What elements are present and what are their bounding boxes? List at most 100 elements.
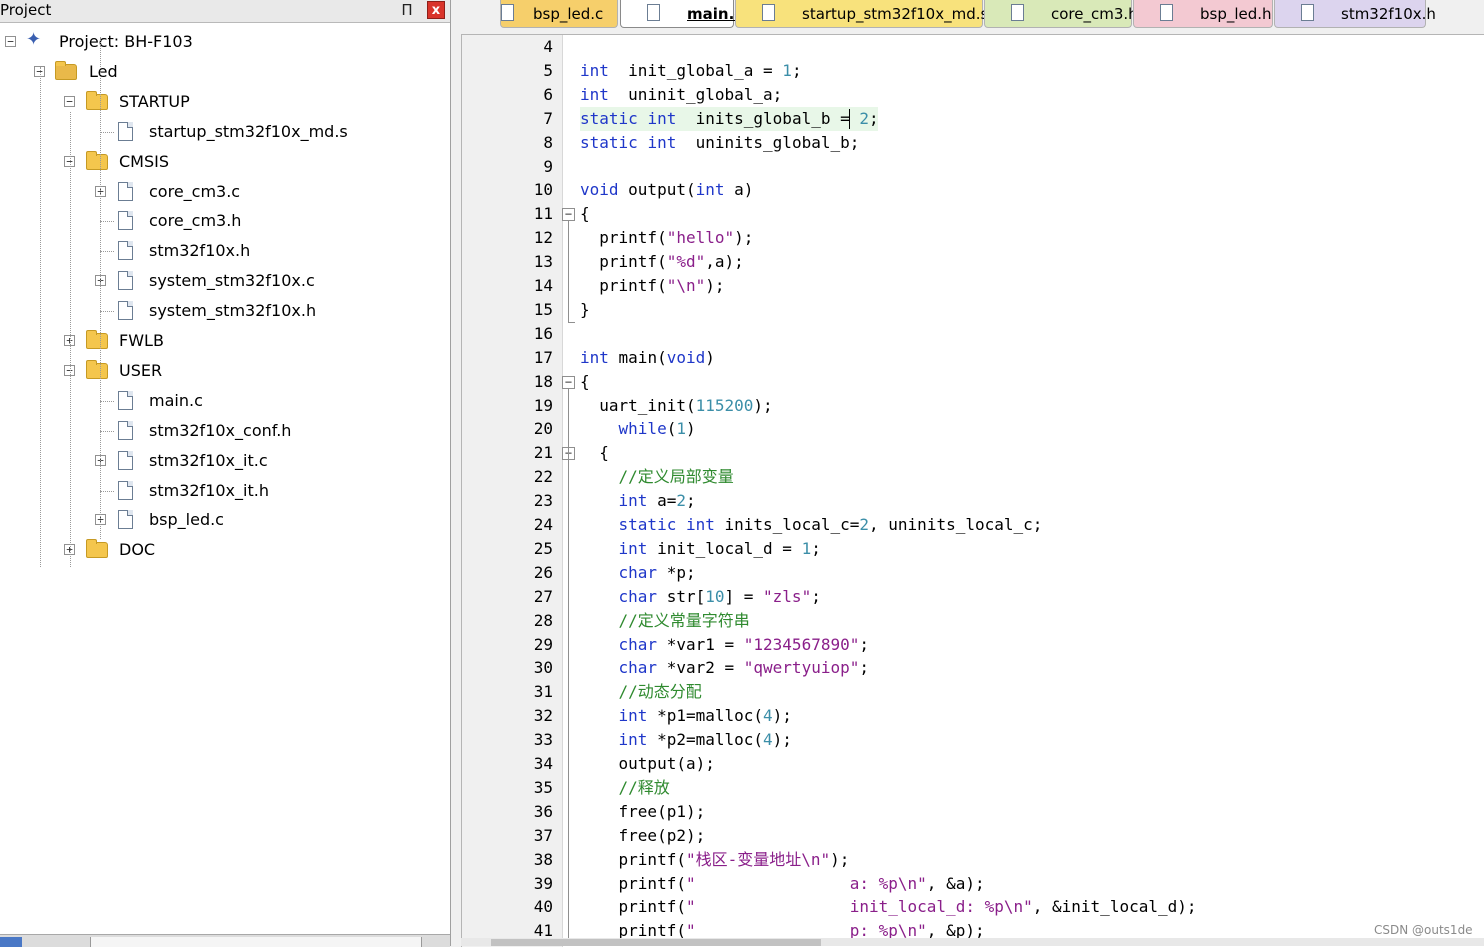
tree-item-file[interactable]: main.c	[0, 386, 440, 416]
tree-item-file[interactable]: + bsp_led.c	[0, 505, 440, 535]
scrollbar-thumb[interactable]	[491, 939, 821, 946]
keyword-token: int	[618, 491, 648, 510]
number-token: 115200	[695, 396, 754, 415]
code-line[interactable]: output(a);	[580, 752, 715, 776]
code-line[interactable]: //动态分配	[580, 680, 702, 704]
tree-item-file[interactable]: stm32f10x_it.h	[0, 476, 440, 506]
tree-item-file[interactable]: + stm32f10x_it.c	[0, 446, 440, 476]
code-line[interactable]: uart_init(115200);	[580, 394, 772, 418]
tree-item-file[interactable]: stm32f10x.h	[0, 236, 440, 266]
tree-item-label: bsp_led.c	[149, 510, 224, 529]
keyword-token: int	[685, 515, 715, 534]
fold-toggle-icon[interactable]: −	[562, 208, 575, 221]
code-line[interactable]: free(p2);	[580, 824, 706, 848]
code-token: output(	[618, 180, 696, 199]
number-token: 1	[782, 61, 792, 80]
tree-connector	[100, 491, 114, 492]
file-icon	[118, 122, 133, 141]
tree-item-file[interactable]: stm32f10x_conf.h	[0, 416, 440, 446]
tree-item-label: USER	[119, 361, 163, 380]
tab-label: core_cm3.h	[1051, 5, 1138, 23]
code-line[interactable]: //定义常量字符串	[580, 609, 750, 633]
code-token: str[	[657, 587, 706, 606]
tree-item-file[interactable]: + core_cm3.c	[0, 177, 440, 207]
tree-item-file[interactable]: system_stm32f10x.h	[0, 296, 440, 326]
tree-item-file[interactable]: + system_stm32f10x.c	[0, 266, 440, 296]
code-line[interactable]: printf("栈区-变量地址\n");	[580, 848, 850, 872]
code-line[interactable]: int init_global_a = 1;	[580, 59, 802, 83]
code-line[interactable]: int main(void)	[580, 346, 715, 370]
keyword-token: int	[647, 133, 677, 152]
code-line[interactable]: void output(int a)	[580, 178, 753, 202]
code-line[interactable]: {	[580, 441, 609, 465]
horizontal-scrollbar[interactable]	[461, 938, 1484, 946]
code-line[interactable]: char *p;	[580, 561, 696, 585]
code-line[interactable]: printf(" init_local_d: %p\n", &init_loca…	[580, 895, 1197, 919]
tab-core-cm3-h[interactable]: core_cm3.h	[984, 0, 1138, 28]
tab-bsp-led-h[interactable]: bsp_led.h	[1133, 0, 1273, 28]
code-line[interactable]: int *p1=malloc(4);	[580, 704, 792, 728]
line-number: 31	[533, 682, 553, 701]
code-line[interactable]: {	[580, 202, 590, 226]
code-token: uninits_global_b;	[676, 133, 860, 152]
code-line[interactable]: while(1)	[580, 417, 696, 441]
code-line[interactable]: {	[580, 370, 590, 394]
comment-token: //动态分配	[618, 682, 702, 701]
code-token: ;	[869, 109, 879, 128]
number-token: 2	[859, 109, 870, 128]
code-line[interactable]: printf("%d",a);	[580, 250, 744, 274]
code-line[interactable]: static int uninits_global_b;	[580, 131, 859, 155]
tab-stm32f10x-h[interactable]: stm32f10x.h	[1274, 0, 1436, 28]
folder-icon	[55, 61, 77, 80]
tree-connector	[100, 37, 101, 539]
code-line[interactable]: char *var1 = "1234567890";	[580, 633, 869, 657]
tree-item-folder[interactable]: + FWLB	[0, 326, 440, 356]
tree-item-target[interactable]: − Led	[0, 57, 440, 87]
tree-item-file[interactable]: startup_stm32f10x_md.s	[0, 117, 440, 147]
tree-item-folder[interactable]: + DOC	[0, 535, 440, 565]
tab-bsp-led-c[interactable]: bsp_led.c	[500, 0, 618, 28]
tree-item-folder[interactable]: − USER	[0, 356, 440, 386]
line-number: 36	[533, 802, 553, 821]
number-token: 10	[705, 587, 725, 606]
tree-item-folder[interactable]: − CMSIS	[0, 147, 440, 177]
code-editor[interactable]: 4 5 int init_global_a = 1; 6 int uninit_glob…	[461, 34, 1484, 947]
tree-item-folder[interactable]: − STARTUP	[0, 87, 440, 117]
keyword-token: char	[618, 563, 658, 582]
code-line[interactable]: //释放	[580, 776, 670, 800]
code-line[interactable]: char str[10] = "zls";	[580, 585, 821, 609]
code-line[interactable]: //定义局部变量	[580, 465, 734, 489]
tree-item-file[interactable]: core_cm3.h	[0, 206, 440, 236]
code-line[interactable]: printf(" a: %p\n", &a);	[580, 872, 985, 896]
code-line[interactable]: int a=2;	[580, 489, 696, 513]
tree-item-project[interactable]: − ✦ Project: BH-F103	[0, 27, 440, 57]
comment-token: //定义常量字符串	[618, 611, 750, 630]
code-token: printf(	[580, 276, 667, 295]
code-line[interactable]: printf("hello");	[580, 226, 753, 250]
close-panel-button[interactable]: x	[427, 1, 445, 19]
code-line[interactable]: }	[580, 298, 590, 322]
code-line[interactable]: printf("\n");	[580, 274, 724, 298]
code-token: *p2=malloc(	[647, 730, 764, 749]
code-line[interactable]: static int inits_local_c=2, uninits_loca…	[580, 513, 1043, 537]
code-line[interactable]: int *p2=malloc(4);	[580, 728, 792, 752]
tab-main-c[interactable]: main.c	[620, 0, 743, 28]
tree-item-label: main.c	[149, 391, 203, 410]
code-line[interactable]: int init_local_d = 1;	[580, 537, 821, 561]
collapse-icon[interactable]: −	[64, 96, 75, 107]
number-token: 1	[801, 539, 812, 558]
code-token: {	[580, 372, 590, 391]
code-line[interactable]: free(p1);	[580, 800, 706, 824]
code-token: );	[734, 228, 754, 247]
tab-startup-stm32f10x-md-s[interactable]: startup_stm32f10x_md.s	[735, 0, 988, 28]
fold-toggle-icon[interactable]: −	[562, 376, 575, 389]
pin-icon[interactable]: Π	[398, 1, 416, 19]
code-line[interactable]: char *var2 = "qwertyuiop";	[580, 656, 869, 680]
code-line[interactable]: int uninit_global_a;	[580, 83, 782, 107]
code-line[interactable]: static int inits_global_b = 2;	[580, 107, 879, 131]
collapse-icon[interactable]: −	[5, 36, 16, 47]
keyword-token: char	[618, 587, 658, 606]
